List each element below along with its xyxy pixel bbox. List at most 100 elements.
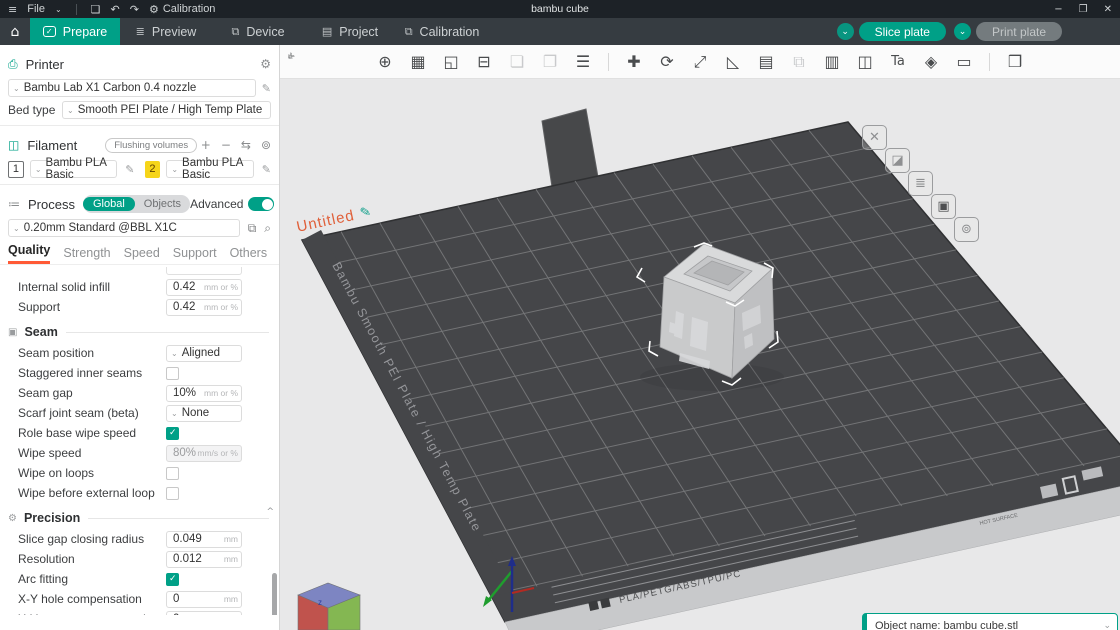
arrange-icon[interactable]: ⊟ [472, 50, 496, 74]
filament-icon: ◫ [8, 138, 19, 152]
maximize-button[interactable]: ❐ [1079, 4, 1088, 15]
preset-copy-icon[interactable]: ⧉ [248, 221, 257, 236]
filament-1-select[interactable]: ⌄ Bambu PLA Basic [30, 160, 117, 178]
tab-prepare[interactable]: ✓ Prepare [30, 18, 120, 45]
plate-arrange-icon[interactable]: ◪ [885, 148, 910, 173]
filament-1-edit-icon[interactable]: ✎ [125, 163, 134, 176]
preview-icon: ≣ [136, 25, 145, 38]
filament-1-chip[interactable]: 1 [8, 161, 24, 178]
setting-row-staggered-inner-seams: Staggered inner seams [0, 363, 279, 383]
remove-filament-icon[interactable]: − [221, 138, 231, 152]
flushing-volumes-button[interactable]: Flushing volumes [105, 138, 197, 153]
tab-device[interactable]: ⧉ Device [212, 18, 304, 45]
printer-settings-gear-icon[interactable]: ⚙ [260, 57, 271, 71]
device-icon: ⧉ [231, 25, 239, 39]
scale-icon[interactable]: ⤢ [688, 50, 712, 74]
role-base-wipe-speed-checkbox[interactable] [166, 427, 179, 440]
slice-plate-button[interactable]: Slice plate [859, 22, 946, 41]
process-scope-toggle[interactable]: Global Objects [83, 195, 190, 213]
tab-home[interactable]: ⌂ [0, 18, 30, 45]
support-input[interactable]: 0.42 mm or % [166, 299, 242, 316]
filament-2-edit-icon[interactable]: ✎ [262, 163, 271, 176]
plate-delete-icon[interactable]: ✕ [862, 125, 887, 150]
process-preset-select[interactable]: ⌄ 0.20mm Standard @BBL X1C [8, 219, 240, 237]
layers-icon[interactable]: ☰ [571, 50, 595, 74]
rotate-icon[interactable]: ⟳ [655, 50, 679, 74]
collapse-panel-icon[interactable]: « [283, 48, 299, 64]
minimize-button[interactable]: − [1054, 4, 1062, 15]
staggered-inner-seams-checkbox[interactable] [166, 367, 179, 380]
scope-objects[interactable]: Objects [135, 197, 190, 211]
xy-contour-compensation-input[interactable]: 0 mm [166, 611, 242, 616]
calibration-menu[interactable]: ⚙ Calibration [149, 3, 215, 16]
color-painting-icon[interactable]: ◈ [919, 50, 943, 74]
settings-scrollbar[interactable] [272, 573, 277, 615]
plate-lock-icon[interactable]: ▣ [931, 194, 956, 219]
filament-sync-icon[interactable]: ⇆ [241, 138, 251, 152]
resolution-input[interactable]: 0.012 mm [166, 551, 242, 568]
object-name-bar[interactable]: Object name: bambu cube.stl ⌄ [862, 613, 1118, 630]
setting-row-support: Support 0.42 mm or % [0, 297, 279, 317]
auto-orient-icon[interactable]: ◱ [439, 50, 463, 74]
undo-icon[interactable]: ↶ [111, 3, 120, 16]
assembly-view-icon[interactable]: ❒ [1003, 50, 1027, 74]
arc-fitting-checkbox[interactable] [166, 573, 179, 586]
slice-gap-closing-radius-input[interactable]: 0.049 mm [166, 531, 242, 548]
printer-edit-icon[interactable]: ✎ [262, 82, 271, 95]
printer-select[interactable]: ⌄ Bambu Lab X1 Carbon 0.4 nozzle [8, 79, 256, 97]
slice-options-chevron[interactable]: ⌄ [837, 23, 854, 40]
tab-support[interactable]: Support [173, 246, 217, 264]
redo-icon[interactable]: ↷ [130, 3, 139, 16]
object-bar-chevron-icon[interactable]: ⌄ [1103, 621, 1111, 630]
prepare-icon: ✓ [43, 26, 56, 37]
tab-others[interactable]: Others [230, 246, 268, 264]
hamburger-menu-icon[interactable]: ≡ [8, 3, 17, 16]
viewport-3d[interactable]: « ⊕ ▦ ◱ ⊟ ❏ ❐ ☰ ✚ ⟳ ⤢ ◺ ▤ ⧉ ▥ ◫ Ta ◈ ▭ ❒… [280, 45, 1120, 630]
close-button[interactable]: ✕ [1104, 4, 1112, 15]
variable-layer-height-icon[interactable]: ▥ [820, 50, 844, 74]
xy-hole-compensation-input[interactable]: 0 mm [166, 591, 242, 608]
add-object-icon[interactable]: ⊕ [373, 50, 397, 74]
mesh-boolean-icon[interactable]: ◫ [853, 50, 877, 74]
tab-project[interactable]: ▤ Project [304, 18, 396, 45]
tab-calibration[interactable]: ⧉ Calibration [396, 18, 488, 45]
tab-quality[interactable]: Quality [8, 243, 50, 264]
text-tool-icon[interactable]: Ta [886, 50, 910, 74]
tab-speed[interactable]: Speed [124, 246, 160, 264]
file-menu[interactable]: File [27, 3, 45, 15]
preset-search-icon[interactable]: ⌕ [264, 221, 271, 236]
navigation-cube[interactable] [298, 583, 360, 630]
internal-solid-infill-input[interactable]: 0.42 mm or % [166, 279, 242, 296]
plate-camera-icon[interactable]: ⊚ [954, 217, 979, 242]
seam-position-select[interactable]: Aligned [166, 345, 242, 362]
filament-2-chip[interactable]: 2 [145, 161, 161, 178]
measure-icon[interactable]: ▭ [952, 50, 976, 74]
wipe-on-loops-checkbox[interactable] [166, 467, 179, 480]
new-project-icon[interactable]: ❏ [91, 3, 101, 16]
bed-type-select[interactable]: ⌄ Smooth PEI Plate / High Temp Plate [62, 101, 271, 119]
add-filament-icon[interactable]: + [201, 138, 211, 152]
main-tab-bar: ⌂ ✓ Prepare ≣ Preview ⧉ Device ▤ Project… [0, 18, 1120, 45]
wipe-before-external-loop-checkbox[interactable] [166, 487, 179, 500]
file-caret-icon[interactable]: ⌄ [55, 5, 62, 14]
setting-row-xy-hole-compensation: X-Y hole compensation 0 mm [0, 589, 279, 609]
filament-2-select[interactable]: ⌄ Bambu PLA Basic [166, 160, 253, 178]
tab-strength[interactable]: Strength [63, 246, 110, 264]
move-icon[interactable]: ✚ [622, 50, 646, 74]
tab-preview[interactable]: ≣ Preview [120, 18, 212, 45]
scarf-joint-seam-select[interactable]: None [166, 405, 242, 422]
advanced-toggle[interactable] [248, 197, 274, 211]
scope-global[interactable]: Global [83, 197, 135, 211]
filament-settings-icon[interactable]: ⊚ [261, 138, 271, 152]
scroll-up-arrow[interactable]: ^ [266, 507, 274, 517]
lay-on-face-icon[interactable]: ◺ [721, 50, 745, 74]
seam-gap-input[interactable]: 10% mm or % [166, 385, 242, 402]
print-options-chevron[interactable]: ⌄ [954, 23, 971, 40]
caret-down-icon: ⌄ [13, 84, 20, 93]
add-plate-icon[interactable]: ▦ [406, 50, 430, 74]
scene-3d[interactable]: Bambu Smooth PEI Plate / High Temp Plate… [280, 79, 1120, 630]
print-plate-button[interactable]: Print plate [976, 22, 1062, 41]
split-icon[interactable]: ▤ [754, 50, 778, 74]
process-section-header: ≔ Process Global Objects Advanced ▤ ∷ [8, 193, 271, 215]
plate-settings-icon[interactable]: ≣ [908, 171, 933, 196]
